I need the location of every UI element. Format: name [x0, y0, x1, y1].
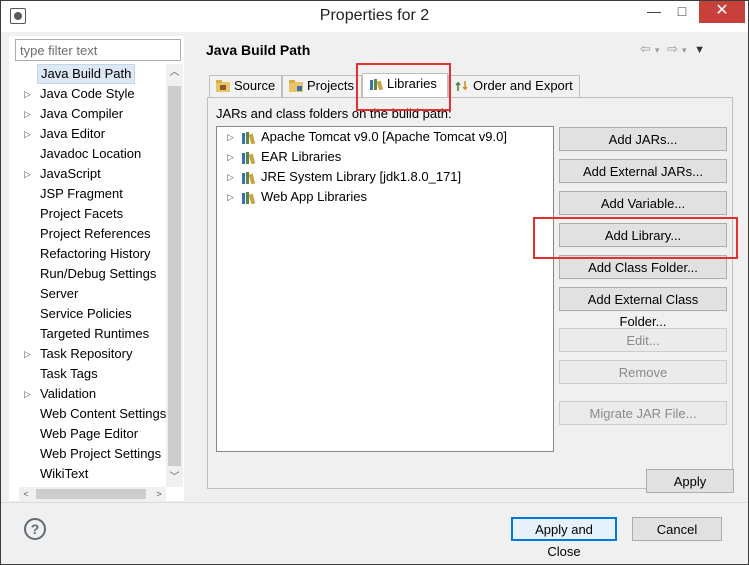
tab-label: Source	[234, 78, 276, 93]
minimize-button[interactable]: —	[641, 1, 667, 23]
edit-button[interactable]: Edit...	[559, 328, 727, 352]
sidebar-item-label: Project References	[40, 226, 151, 241]
sidebar-item-label: JSP Fragment	[40, 186, 123, 201]
add-external-jars-button[interactable]: Add External JARs...	[559, 159, 727, 183]
filter-input[interactable]	[15, 39, 181, 61]
scroll-right-icon[interactable]: >	[152, 487, 166, 501]
scroll-down-icon[interactable]: ﹀	[166, 469, 183, 487]
library-label: EAR Libraries	[261, 149, 342, 164]
tab-label: Projects	[307, 78, 354, 93]
sidebar-item-label: Service Policies	[40, 306, 132, 321]
scroll-left-icon[interactable]: <	[19, 487, 33, 501]
page-navigation: ⇦ ▾ ⇨ ▾ ▼	[636, 41, 705, 57]
sidebar-item-label: Web Content Settings	[40, 406, 167, 421]
expand-arrow-icon[interactable]: ▷	[24, 124, 31, 144]
chevron-down-icon[interactable]: ▾	[682, 45, 687, 55]
window-title: Properties for 2	[319, 7, 430, 24]
sidebar-item-label: Javadoc Location	[40, 146, 142, 161]
library-icon	[242, 172, 256, 184]
footer-divider	[1, 502, 748, 503]
sidebar-item-label: JavaScript	[40, 166, 101, 181]
scrollbar-thumb[interactable]	[36, 489, 146, 499]
scrollbar-thumb[interactable]	[168, 86, 181, 466]
order-export-icon	[455, 81, 468, 91]
view-menu-icon[interactable]: ▼	[694, 44, 705, 56]
libraries-tab-highlight	[356, 63, 451, 111]
expand-arrow-icon[interactable]: ▷	[227, 167, 234, 187]
maximize-button[interactable]: □	[669, 1, 695, 23]
sidebar-item-label: Run/Debug Settings	[40, 266, 157, 281]
property-page-content: Java Build Path ⇦ ▾ ⇨ ▾ ▼ Source Projects …	[191, 32, 748, 502]
property-page-navigator: Java Build Path ▷ Java Code Style ▷ Java C…	[9, 36, 184, 501]
apply-button[interactable]: Apply	[646, 469, 734, 493]
tab-order-and-export[interactable]: Order and Export	[448, 75, 580, 97]
sidebar-vertical-scrollbar[interactable]: ︿ ﹀	[166, 64, 183, 487]
tab-projects[interactable]: Projects	[282, 75, 362, 97]
sidebar-item-label: Web Page Editor	[40, 426, 139, 441]
chevron-down-icon[interactable]: ▾	[655, 45, 660, 55]
library-label: Web App Libraries	[261, 189, 367, 204]
library-label: JRE System Library [jdk1.8.0_171]	[261, 169, 462, 184]
back-arrow-icon[interactable]: ⇦	[640, 41, 651, 56]
source-folder-icon	[216, 80, 230, 92]
help-icon[interactable]: ?	[24, 518, 46, 540]
project-folder-icon	[289, 80, 303, 92]
sidebar-item-label: Java Editor	[40, 126, 106, 141]
expand-arrow-icon[interactable]: ▷	[24, 164, 31, 184]
sidebar-item-label: Java Code Style	[40, 86, 135, 101]
library-icon	[242, 132, 256, 144]
library-icon	[242, 152, 256, 164]
migrate-jar-button[interactable]: Migrate JAR File...	[559, 401, 727, 425]
close-window-button[interactable]: ✕	[699, 1, 745, 23]
expand-arrow-icon[interactable]: ▷	[227, 147, 234, 167]
sidebar-item-label: WikiText	[40, 466, 89, 481]
title-bar: Properties for 2 — □ ✕	[1, 1, 748, 32]
sidebar-item-label: Java Build Path	[37, 64, 136, 84]
library-icon	[242, 192, 256, 204]
add-external-class-folder-button[interactable]: Add External Class Folder...	[559, 287, 727, 329]
add-variable-button[interactable]: Add Variable...	[559, 191, 727, 215]
cancel-button[interactable]: Cancel	[632, 517, 722, 541]
expand-arrow-icon[interactable]: ▷	[227, 187, 234, 207]
forward-arrow-icon[interactable]: ⇨	[667, 41, 678, 56]
sidebar-item-label: Refactoring History	[40, 246, 151, 261]
apply-and-close-button[interactable]: Apply and Close	[511, 517, 617, 559]
expand-arrow-icon[interactable]: ▷	[24, 84, 31, 104]
sidebar-horizontal-scrollbar[interactable]: < >	[19, 487, 166, 501]
sidebar-item-label: Task Tags	[40, 366, 98, 381]
tab-source[interactable]: Source	[209, 75, 282, 97]
add-library-highlight	[533, 217, 738, 259]
tab-label: Order and Export	[473, 78, 573, 93]
remove-button[interactable]: Remove	[559, 360, 727, 384]
add-jars-button[interactable]: Add JARs...	[559, 127, 727, 151]
sidebar-item-label: Web Project Settings	[40, 446, 162, 461]
library-label: Apache Tomcat v9.0 [Apache Tomcat v9.0]	[261, 129, 507, 144]
sidebar-item-label: Project Facets	[40, 206, 124, 221]
sidebar-item-label: Task Repository	[40, 346, 133, 361]
sidebar-item-label: Server	[40, 286, 79, 301]
scroll-up-icon[interactable]: ︿	[166, 64, 183, 82]
page-title: Java Build Path	[206, 42, 311, 58]
expand-arrow-icon[interactable]: ▷	[24, 104, 31, 124]
expand-arrow-icon[interactable]: ▷	[24, 344, 31, 364]
sidebar-item-label: Validation	[40, 386, 97, 401]
property-page-tree: Java Build Path ▷ Java Code Style ▷ Java C…	[19, 64, 174, 487]
sidebar-item-label: Java Compiler	[40, 106, 124, 121]
sidebar-item-label: Targeted Runtimes	[40, 326, 150, 341]
library-list[interactable]: ▷ Apache Tomcat v9.0 [Apache Tomcat v9.0…	[216, 126, 554, 452]
expand-arrow-icon[interactable]: ▷	[227, 127, 234, 147]
expand-arrow-icon[interactable]: ▷	[24, 384, 31, 404]
properties-window: Properties for 2 — □ ✕ Java Build Path ▷…	[0, 0, 749, 565]
libraries-tab-panel: JARs and class folders on the build path…	[207, 97, 733, 489]
